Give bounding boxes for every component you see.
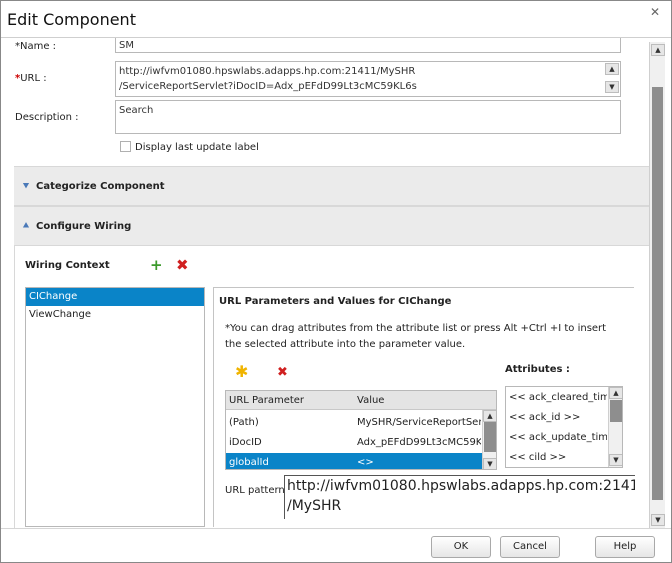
url-params-hint: *You can drag attributes from the attrib… bbox=[225, 323, 607, 350]
table-scrollbar[interactable]: ▲ ▼ bbox=[482, 410, 496, 469]
row-value: MySHR/ServiceReportServlet bbox=[357, 417, 481, 428]
url-pattern-field[interactable]: http://iwfvm01080.hpswlabs.adapps.hp.com… bbox=[284, 475, 635, 519]
dialog-scroll-thumb[interactable] bbox=[652, 87, 663, 500]
description-label: Description : bbox=[15, 112, 79, 123]
name-label: *Name : bbox=[15, 41, 57, 52]
description-field[interactable]: Search bbox=[115, 100, 621, 134]
dialog-scroll-up[interactable]: ▲ bbox=[651, 44, 665, 56]
delete-icon[interactable]: ✖ bbox=[176, 257, 189, 273]
col-value: Value bbox=[357, 395, 385, 406]
configure-wiring-title: Configure Wiring bbox=[36, 221, 132, 232]
context-item-cichange[interactable]: CIChange bbox=[26, 288, 204, 306]
help-button[interactable]: Help bbox=[595, 536, 655, 558]
table-row[interactable]: (Path) MySHR/ServiceReportServlet bbox=[226, 413, 482, 433]
new-parameter-icon[interactable]: ✱ bbox=[235, 364, 248, 380]
delete-parameter-icon[interactable]: ✖ bbox=[277, 365, 288, 380]
attribute-item[interactable]: << ack_update_time >> bbox=[509, 428, 607, 448]
url-line-1: http://iwfvm01080.hpswlabs.adapps.hp.com… bbox=[119, 66, 416, 77]
row-param: (Path) bbox=[229, 417, 259, 428]
attributes-scroll-thumb[interactable] bbox=[610, 400, 622, 422]
attributes-list: << ack_cleared_time >> << ack_id >> << a… bbox=[505, 386, 623, 468]
row-value: Adx_pEFdD99Lt3cMC59KL6s bbox=[357, 437, 481, 448]
dialog-content: *Name : SM *URL : http://iwfvm01080.hpsw… bbox=[8, 38, 649, 528]
configure-wiring-header[interactable]: ⯅ Configure Wiring bbox=[14, 206, 649, 246]
col-url-parameter: URL Parameter bbox=[229, 395, 305, 406]
row-param: globalId bbox=[229, 457, 269, 468]
row-param: iDocID bbox=[229, 437, 262, 448]
table-row[interactable]: iDocID Adx_pEFdD99Lt3cMC59KL6s bbox=[226, 433, 482, 453]
cancel-button[interactable]: Cancel bbox=[500, 536, 560, 558]
display-update-checkbox[interactable] bbox=[120, 141, 131, 152]
expand-chevron-icon: ⯆ bbox=[22, 181, 30, 192]
wiring-context-label: Wiring Context bbox=[25, 260, 110, 271]
url-line-2: /ServiceReportServlet?iDocID=Adx_pEFdD99… bbox=[119, 81, 417, 92]
url-scroll-down-button[interactable]: ▼ bbox=[605, 81, 619, 93]
attribute-item[interactable]: << ack_cleared_time >> bbox=[509, 388, 607, 408]
attributes-label: Attributes : bbox=[505, 364, 570, 375]
display-update-label: Display last update label bbox=[135, 142, 259, 153]
table-scroll-thumb[interactable] bbox=[484, 422, 496, 452]
attributes-scrollbar[interactable]: ▲ ▼ bbox=[608, 387, 622, 467]
dialog-scrollbar[interactable]: ▲ ▼ bbox=[649, 42, 665, 528]
url-param-table: URL Parameter Value (Path) MySHR/Service… bbox=[225, 390, 497, 470]
attributes-scroll-up[interactable]: ▲ bbox=[609, 387, 622, 399]
wiring-context-list: CIChange ViewChange bbox=[25, 287, 205, 527]
url-params-title: URL Parameters and Values for CIChange bbox=[219, 296, 452, 307]
description-value: Search bbox=[119, 105, 154, 116]
add-icon[interactable]: + bbox=[150, 257, 163, 273]
attribute-item[interactable]: << cild >> bbox=[509, 448, 607, 467]
table-scroll-down[interactable]: ▼ bbox=[483, 458, 496, 469]
footer-divider bbox=[1, 528, 671, 529]
close-icon[interactable]: ✕ bbox=[648, 5, 662, 19]
dialog-scroll-down[interactable]: ▼ bbox=[651, 514, 665, 526]
name-value: SM bbox=[119, 40, 134, 51]
table-row-selected[interactable]: globalId <> bbox=[226, 453, 482, 469]
table-header: URL Parameter Value bbox=[226, 391, 496, 410]
context-item-viewchange[interactable]: ViewChange bbox=[26, 306, 204, 324]
table-scroll-up[interactable]: ▲ bbox=[483, 410, 496, 422]
url-scroll-up-button[interactable]: ▲ bbox=[605, 63, 619, 75]
dialog-title: Edit Component bbox=[7, 10, 136, 29]
url-pattern-label: URL pattern : bbox=[225, 485, 292, 496]
url-pattern-line-2: /MySHR bbox=[287, 498, 342, 514]
name-field[interactable]: SM bbox=[115, 38, 621, 53]
attributes-scroll-down[interactable]: ▼ bbox=[609, 454, 622, 466]
ok-button[interactable]: OK bbox=[431, 536, 491, 558]
attribute-item[interactable]: << ack_id >> bbox=[509, 408, 607, 428]
url-field[interactable]: http://iwfvm01080.hpswlabs.adapps.hp.com… bbox=[115, 61, 621, 97]
url-pattern-line-1: http://iwfvm01080.hpswlabs.adapps.hp.com… bbox=[287, 478, 635, 494]
collapse-chevron-icon: ⯅ bbox=[22, 221, 30, 232]
url-label: *URL : bbox=[15, 73, 47, 84]
categorize-section-title: Categorize Component bbox=[36, 181, 165, 192]
url-label-text: URL : bbox=[20, 73, 47, 84]
row-value: <> bbox=[357, 457, 374, 468]
categorize-section-header[interactable]: ⯆ Categorize Component bbox=[14, 166, 649, 206]
